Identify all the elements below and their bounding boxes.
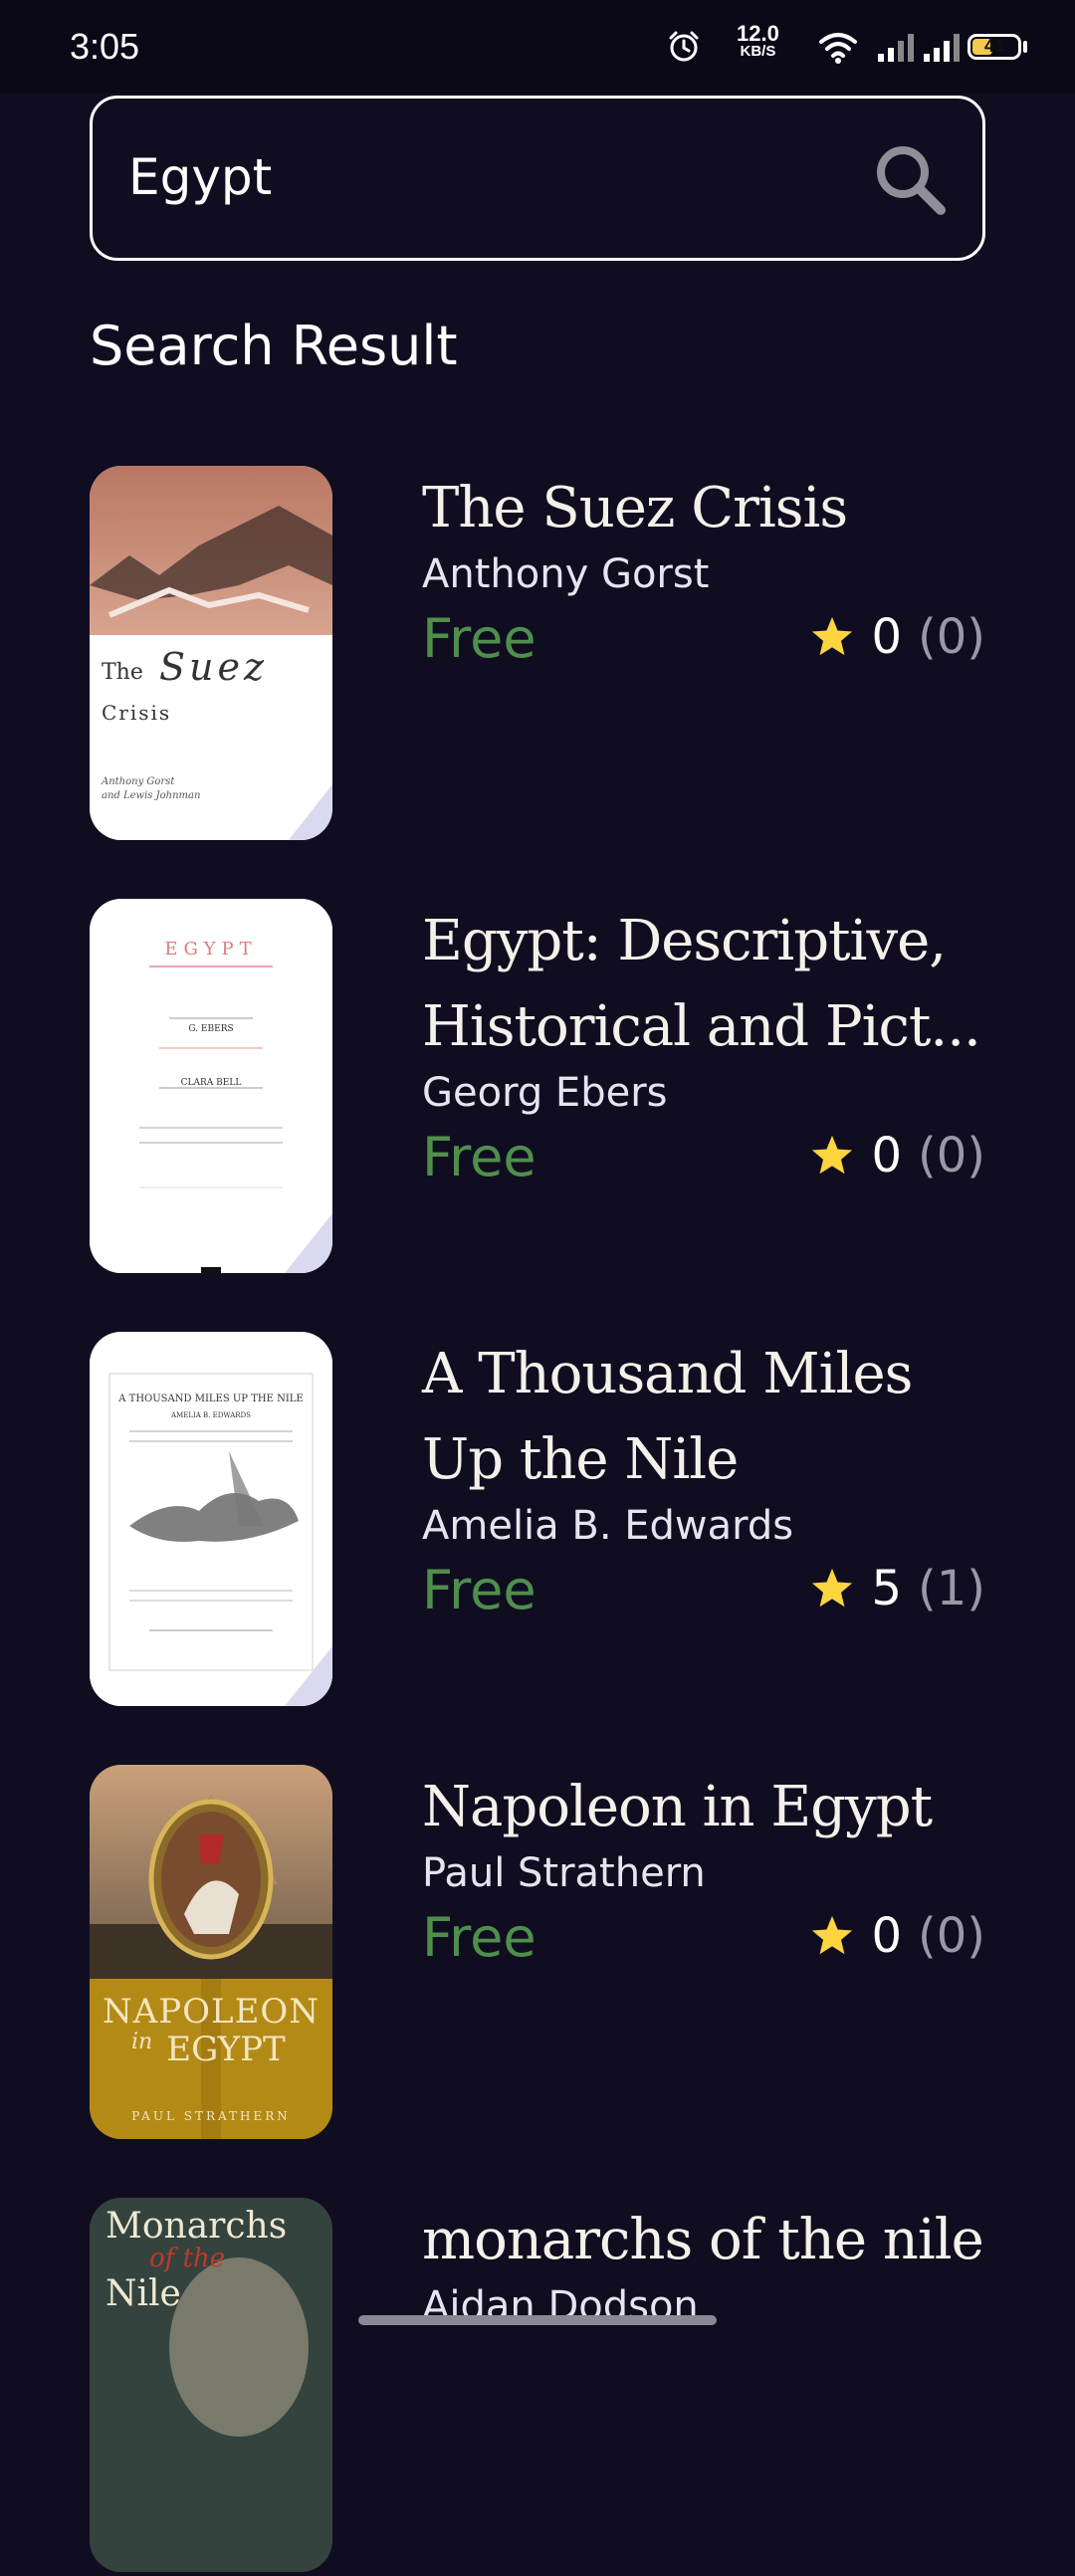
book-cover[interactable]: The Suez Crisis Anthony Gorst and Lewis … xyxy=(90,466,332,840)
battery-icon: 41 xyxy=(968,34,1021,60)
network-speed-value: 12.0 xyxy=(737,21,779,46)
cover-text-1: A THOUSAND MILES UP THE NILE xyxy=(118,1394,304,1404)
book-title[interactable]: Egypt: Descriptive, Historical and Pict.… xyxy=(422,899,985,1070)
book-info: The Suez Crisis Anthony Gorst Free 0 (0) xyxy=(422,466,985,683)
status-time: 3:05 xyxy=(70,26,140,67)
book-info: A Thousand Miles Up the Nile Amelia B. E… xyxy=(422,1332,985,1634)
rating-count: (0) xyxy=(918,1128,985,1183)
book-item[interactable]: A THOUSAND MILES UP THE NILE AMELIA B. E… xyxy=(90,1332,985,1710)
battery-tip xyxy=(1023,41,1027,53)
cover-text-4: PAUL STRATHERN xyxy=(131,2109,291,2123)
rating-value: 0 xyxy=(871,1128,902,1183)
book-rating: 5 (1) xyxy=(809,1561,985,1616)
rating-count: (1) xyxy=(918,1561,985,1616)
rating-count: (0) xyxy=(918,609,985,665)
status-bar: 3:05 12.0 KB/S 41 xyxy=(0,0,1075,94)
book-author: Paul Strathern xyxy=(422,1850,706,1896)
book-title[interactable]: monarchs of the nile xyxy=(422,2198,985,2283)
cover-text-4: Anthony Gorst xyxy=(102,776,175,787)
book-price: Free xyxy=(422,1906,537,1969)
star-icon xyxy=(812,1568,853,1608)
book-title[interactable]: A Thousand Miles Up the Nile xyxy=(422,1332,985,1503)
book-title[interactable]: The Suez Crisis xyxy=(422,466,985,551)
rating-value: 0 xyxy=(871,609,902,665)
cover-text-5: and Lewis Johnman xyxy=(102,790,201,801)
cover-text-1: EGYPT xyxy=(164,939,258,960)
book-meta: Free 0 (0) xyxy=(422,603,985,683)
book-author: Anthony Gorst xyxy=(422,551,710,597)
book-author: Amelia B. Edwards xyxy=(422,1503,794,1549)
cover-text-2: AMELIA B. EDWARDS xyxy=(171,1411,251,1419)
cover-text-1: Monarchs xyxy=(106,2206,288,2247)
book-author: Georg Ebers xyxy=(422,1070,668,1116)
home-indicator[interactable] xyxy=(358,2315,717,2325)
book-title[interactable]: Napoleon in Egypt xyxy=(422,1765,985,1850)
book-meta: Free 0 (0) xyxy=(422,1902,985,1982)
search-icon[interactable] xyxy=(869,138,953,222)
book-cover[interactable]: Monarchs of the Nile xyxy=(90,2198,332,2572)
book-item[interactable]: NAPOLEON in EGYPT PAUL STRATHERN Napoleo… xyxy=(90,1765,985,2143)
book-info: Egypt: Descriptive, Historical and Pict.… xyxy=(422,899,985,1201)
signal-icon xyxy=(878,34,914,62)
rating-count: (0) xyxy=(918,1908,985,1964)
cover-text-1: NAPOLEON xyxy=(102,1992,321,2032)
star-icon xyxy=(812,1915,853,1955)
cover-text-3: EGYPT xyxy=(166,2030,286,2069)
battery-level: 41 xyxy=(983,36,1005,56)
rating-value: 0 xyxy=(871,1908,902,1964)
book-cover[interactable]: EGYPT G. EBERS CLARA BELL xyxy=(90,899,332,1273)
cover-text-3: CLARA BELL xyxy=(180,1078,242,1088)
rating-value: 5 xyxy=(871,1561,902,1616)
book-cover-art xyxy=(90,1332,332,1706)
alarm-icon xyxy=(669,31,699,62)
book-rating: 0 (0) xyxy=(809,1128,985,1183)
book-item[interactable]: EGYPT G. EBERS CLARA BELL Egypt: Descrip… xyxy=(90,899,985,1277)
search-input[interactable]: Egypt xyxy=(128,148,272,206)
cover-text-3: Crisis xyxy=(102,701,172,725)
book-meta: Free 0 (0) xyxy=(422,1122,985,1201)
star-icon xyxy=(812,616,853,656)
book-meta: Free 5 (1) xyxy=(422,1555,985,1634)
book-cover[interactable]: A THOUSAND MILES UP THE NILE AMELIA B. E… xyxy=(90,1332,332,1706)
book-info: monarchs of the nile Aidan Dodson xyxy=(422,2198,985,2329)
star-icon xyxy=(812,1135,853,1175)
wifi-icon xyxy=(819,33,857,64)
cover-text-1: The xyxy=(102,660,143,685)
book-cover-art xyxy=(90,1765,332,2139)
book-rating: 0 (0) xyxy=(809,609,985,665)
book-rating: 0 (0) xyxy=(809,1908,985,1964)
book-price: Free xyxy=(422,1126,537,1188)
book-item[interactable]: Monarchs of the Nile monarchs of the nil… xyxy=(90,2198,985,2576)
book-cover[interactable]: NAPOLEON in EGYPT PAUL STRATHERN xyxy=(90,1765,332,2139)
book-price: Free xyxy=(422,607,537,670)
cover-text-3: Nile xyxy=(106,2273,181,2314)
section-title: Search Result xyxy=(90,315,458,377)
network-speed: 12.0 KB/S xyxy=(737,21,779,60)
book-info: Napoleon in Egypt Paul Strathern Free 0 … xyxy=(422,1765,985,1982)
cover-text-2: G. EBERS xyxy=(188,1024,234,1034)
signal-icon xyxy=(924,34,960,62)
cover-text-2: Suez xyxy=(159,645,269,689)
network-speed-unit: KB/S xyxy=(740,43,776,60)
book-price: Free xyxy=(422,1559,537,1621)
book-item[interactable]: The Suez Crisis Anthony Gorst and Lewis … xyxy=(90,466,985,844)
status-icons: 12.0 KB/S 41 xyxy=(597,0,1075,94)
search-field[interactable]: Egypt xyxy=(90,96,985,261)
cover-text-2: of the xyxy=(149,2244,226,2273)
